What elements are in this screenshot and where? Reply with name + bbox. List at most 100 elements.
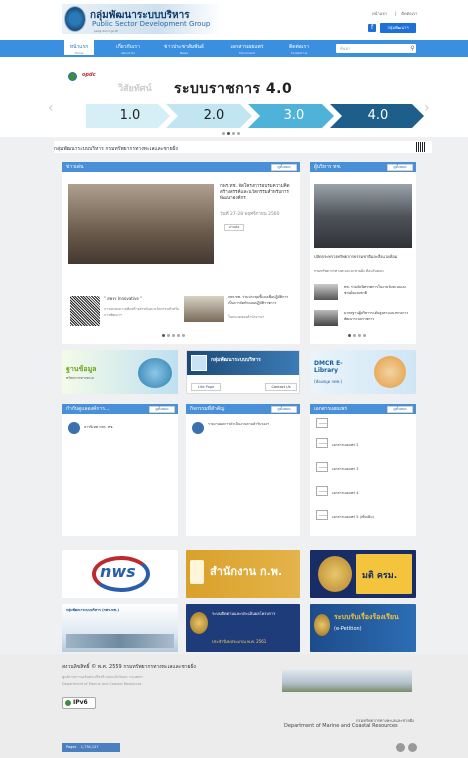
step-4-label: 4.0 [367,108,389,123]
ppts-banner[interactable]: ระบบติดตามและประเมินผลโครงการ ประจำปีงบป… [186,604,300,652]
docs-row[interactable]: เอกสารเผยแพร่ 2 [332,442,358,448]
exec-item-2-title[interactable]: มาตรฐานผู้บริหารระดับสูงตามแนวทางการพัฒน… [344,310,414,322]
epetition-banner-sub: (e-Petition) [334,626,362,632]
document-icon [316,510,328,520]
top-links: หน้าแรก | ติดต่อเรา [372,11,418,16]
page: กลุ่มพัฒนาระบบบริหาร Public Sector Devel… [0,0,468,758]
facebook-like-button[interactable]: Like Page [191,383,221,391]
slider-prev-icon[interactable]: ‹ [48,100,54,116]
exec-item-2-thumb[interactable] [314,310,338,326]
facebook-icon[interactable]: f [368,24,376,32]
docs-row[interactable]: เอกสารเผยแพร่ 5 (เพิ่มเติม) [332,514,374,520]
ppts-emblem-icon [190,612,208,634]
news-more-button[interactable]: ดูทั้งหมด [271,164,297,171]
docs-panel: เอกสารเผยแพร่ ดูทั้งหมด เอกสารเผยแพร่ 2 … [310,404,416,536]
law-more-button[interactable]: ดูทั้งหมด [149,406,175,413]
cabinet-banner[interactable]: มติ ครม. [310,550,416,598]
activity-row-icon [192,422,204,434]
nav-home[interactable]: หน้าแรก Home [64,40,94,57]
news-item-3-title[interactable]: กพร.ทช. ร่วมประชุมชี้แจงเพื่อปฏิบัติการ … [228,294,296,306]
news-photo[interactable] [68,184,214,264]
exec-more-button[interactable]: ดูทั้งหมด [387,164,413,171]
law-row[interactable]: สารนิเทศ กพร. ทช. [84,424,114,430]
docs-row[interactable]: เอกสารเผยแพร่ 4 [332,490,358,496]
social-icon[interactable] [396,743,405,752]
exec-dot[interactable] [358,334,361,337]
nav-news[interactable]: ข่าวประชาสัมพันธ์ News [156,40,212,57]
facebook-contact-button[interactable]: Contact Us [265,383,297,391]
slider-dot[interactable] [227,132,230,135]
top-link-home[interactable]: หน้าแรก [372,11,387,16]
news-item-2-sub: การอบรมความคิดสร้างสรรค์และนวัตกรรมสำหรั… [104,307,180,317]
page-counter: Pages 1,734,127 [62,743,120,752]
exec-item-1-thumb[interactable] [314,284,338,300]
nav-contact[interactable]: ติดต่อเรา Contact Us [280,40,318,57]
group-button[interactable]: กลุ่มพัฒนาฯ [380,23,416,33]
social-icon[interactable] [408,743,417,752]
exec-sub: กรมทรัพยากรทางทะเลและชายฝั่ง ต้อนรับคณะ [314,269,385,273]
nav-document[interactable]: เอกสารเผยแพร่ Document [222,40,272,57]
exec-item-1-title[interactable]: ทช. ร่วมจัดนิทรรศการในงานวันทะเลและชายฝั… [344,284,414,296]
search-input[interactable]: ค้นหา [336,44,416,53]
cabinet-banner-title: มติ ครม. [362,571,398,581]
exec-dot[interactable] [348,334,351,337]
news-dot[interactable] [162,334,165,337]
document-icon [316,462,328,472]
slider-dot[interactable] [237,132,240,135]
exec-dot[interactable] [363,334,366,337]
sea-turtle-icon [138,358,172,388]
slider-dot[interactable] [222,132,225,135]
exec-caption[interactable]: ปลัดกระทรวงทรัพยากรธรรมชาติและสิ่งแวดล้อ… [314,254,412,260]
news-headline[interactable]: กพร.ทช. จัดโครงการอบรมความคิดสร้างสรรค์แ… [220,184,294,202]
news-dot[interactable] [182,334,185,337]
news-item-3-thumb[interactable] [184,296,224,322]
qr-code-icon [416,142,426,152]
ocsc-banner-title: สำนักงาน ก.พ. [210,565,283,578]
slider-dots [222,131,242,137]
news-dot[interactable] [172,334,175,337]
facebook-page-title[interactable]: กลุ่มพัฒนาระบบบริหาร [211,356,261,364]
library-banner[interactable]: DMCR E-Library (ห้องสมุด กทช.) [310,350,416,394]
docs-more-button[interactable]: ดูทั้งหมด [387,406,413,413]
nav-contact-sub: Contact Us [290,51,308,55]
news-read-button[interactable]: อ่านต่อ [224,224,244,231]
law-row-icon [68,422,80,434]
law-panel-title: กำกับดูแลองค์การ... [66,406,110,412]
docs-row[interactable]: เอกสารเผยแพร่ 3 [332,466,358,472]
exec-dot[interactable] [353,334,356,337]
exec-photo[interactable] [314,184,412,248]
footer-address: ศูนย์ราชการเฉลิมพระเกียรติ ถนนแจ้งวัฒนะ … [62,675,143,679]
site-subtitle: Public Sector Development Group [92,20,211,28]
activity-panel-title: กิจกรรมที่สำคัญ [190,406,225,412]
news-dot[interactable] [167,334,170,337]
facebook-avatar [191,355,207,371]
step-3-label: 3.0 [283,108,305,123]
nav-about[interactable]: เกี่ยวกับเรา About Us [108,40,148,57]
exec-dots [348,333,368,339]
psdg-banner[interactable]: กลุ่มพัฒนาระบบบริหาร (กพร.ทช.) [62,604,178,652]
top-link-contact[interactable]: ติดต่อเรา [401,11,417,16]
nav-home-sub: Home [74,51,84,55]
database-banner-title: ฐานข้อมูล [66,365,97,373]
news-panel-title: ข่าวเด่น [66,164,84,170]
news-item-2-title[interactable]: " สพรร Innovative " [104,296,180,302]
nav-news-label: ข่าวประชาสัมพันธ์ [164,44,204,50]
nws-banner[interactable]: nws [62,550,178,598]
ocsc-banner[interactable]: สำนักงาน ก.พ. [186,550,300,598]
facebook-widget[interactable]: กลุ่มพัฒนาระบบบริหาร Like Page Contact U… [186,350,300,394]
news-dot[interactable] [177,334,180,337]
slider-dot[interactable] [232,132,235,135]
database-banner[interactable]: ฐานข้อมูล ทรัพยากรทางทะเล [62,350,178,394]
ocsc-emblem-icon [190,560,204,584]
news-qr-thumb[interactable] [70,296,100,326]
activity-more-button[interactable]: ดูทั้งหมด [271,406,297,413]
library-mascot-icon [374,356,406,388]
news-item-3-sub: ในหมวดของสำนักงานฯ [228,315,264,319]
dmcr-emblem-icon [64,6,86,32]
epetition-banner[interactable]: ระบบรับเรื่องร้องเรียน (e-Petition) [310,604,416,652]
nav-document-label: เอกสารเผยแพร่ [230,44,264,50]
law-panel: กำกับดูแลองค์การ... ดูทั้งหมด สารนิเทศ ก… [62,404,178,536]
search-icon[interactable]: ⚲ [408,44,417,53]
step-1-label: 1.0 [119,108,141,123]
activity-row[interactable]: รายงานผลการดำเนินงานตามคำรับรองฯ [208,422,296,427]
